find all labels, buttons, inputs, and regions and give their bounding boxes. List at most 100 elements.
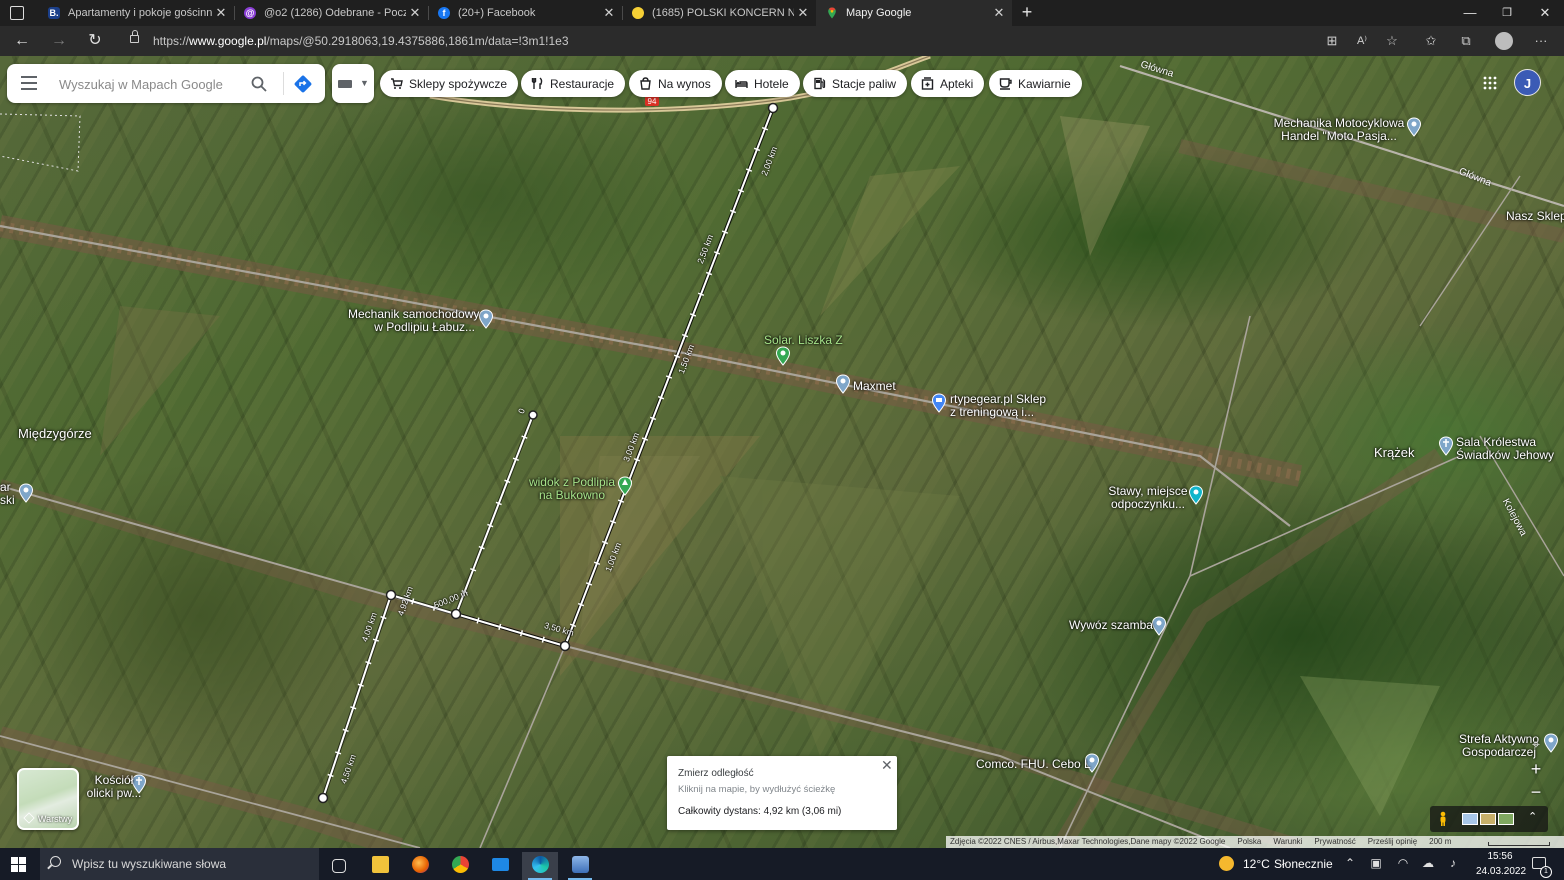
measure-point[interactable] [528,410,538,420]
close-tab-icon[interactable]: ✕ [212,5,230,21]
account-avatar[interactable]: J [1514,69,1541,96]
remote-desktop-icon[interactable] [562,852,598,880]
place-pin-icon[interactable] [1406,117,1422,140]
hamburger-menu-icon[interactable] [21,76,37,90]
scale-label[interactable]: 200 m [1429,837,1451,846]
chrome-icon[interactable] [442,852,478,880]
refresh-button[interactable]: ↻ [83,30,107,52]
zoom-in-button[interactable]: + [1524,758,1548,780]
close-tab-icon[interactable]: ✕ [990,5,1008,21]
search-icon[interactable] [250,75,268,93]
mail-icon[interactable] [482,852,518,880]
place-pin-icon[interactable] [1151,616,1167,639]
tab-facebook[interactable]: f (20+) Facebook ✕ [428,0,622,26]
place-label[interactable]: Wywóz szamba [1069,619,1153,632]
terrain-thumbnail[interactable] [1480,813,1496,825]
browser-profile-avatar[interactable] [1495,32,1513,50]
measure-point[interactable] [385,589,397,601]
place-pin-icon[interactable] [18,483,34,506]
tab-booking[interactable]: B. Apartamenty i pokoje gościnne ✕ [38,0,234,26]
show-hidden-icons[interactable]: ⌃ [1342,856,1358,870]
measure-point[interactable] [767,102,779,114]
place-label[interactable]: Solar. Liszka Z [764,334,843,347]
satellite-map[interactable]: 94 2,00 km 2,50 km 1,50 km 3,00 km 1,00 … [0,56,1564,848]
wifi-icon[interactable]: ◠ [1395,856,1411,870]
input-tools-button[interactable]: ▼ [332,64,374,103]
place-label[interactable]: rtypegear.pl Sklep z treningową i... [950,393,1046,419]
file-explorer-icon[interactable] [362,852,398,880]
place-label[interactable]: ar ski [0,481,15,507]
my-location-icon[interactable]: ⌖ [1524,733,1548,755]
measure-point[interactable] [450,608,462,620]
tab-o2-mail[interactable]: @ @o2 (1286) Odebrane - Poczta o ✕ [234,0,428,26]
close-window-button[interactable]: ✕ [1527,0,1563,26]
taskbar-search[interactable]: Wpisz tu wyszukiwane słowa [40,848,319,880]
place-label[interactable]: Stawy, miejsce odpoczynku... [1100,485,1196,511]
attribution-link[interactable]: Prześlij opinię [1368,837,1417,846]
expand-icon[interactable]: ⌃ [1528,810,1537,823]
favorites-icon[interactable]: ✩ [1420,30,1442,52]
place-label[interactable]: Mechanik samochodowy w Podlipiu Łabuz... [348,308,479,334]
clock-date[interactable]: 24.03.2022 [1476,866,1526,877]
pegman-icon[interactable] [1438,811,1448,827]
place-label[interactable]: Mechanika Motocyklowa Handel "Moto Pasja… [1270,117,1408,143]
restore-button[interactable]: ❐ [1489,0,1525,26]
place-pin-icon[interactable] [1438,436,1454,459]
weather-temperature[interactable]: 12°C [1243,857,1270,871]
chip-pharmacies[interactable]: Apteki [911,70,985,97]
back-button[interactable]: ← [10,30,34,52]
place-label[interactable]: Maxmet [853,380,896,393]
chip-takeout[interactable]: Na wynos [629,70,722,97]
add-favorite-icon[interactable]: ☆ [1381,30,1403,52]
place-pin-icon[interactable] [478,309,494,332]
search-input[interactable] [57,73,251,95]
place-label[interactable]: Nasz Sklep [1506,210,1564,223]
imagery-thumbnail[interactable] [1462,813,1478,825]
read-aloud-icon[interactable]: A⁾ [1351,30,1373,52]
measure-point[interactable] [317,792,329,804]
chip-cafes[interactable]: Kawiarnie [989,70,1082,97]
edge-icon[interactable] [522,852,558,880]
place-label[interactable]: Sala Królestwa Świadków Jehowy [1456,436,1554,462]
device-icon[interactable]: ▣ [1368,856,1384,870]
weather-description[interactable]: Słonecznie [1274,857,1333,871]
app-available-icon[interactable]: ⊞ [1321,30,1343,52]
collections-icon[interactable]: ⧉ [1455,30,1477,52]
tab-actions-menu-icon[interactable] [10,6,24,20]
close-tab-icon[interactable]: ✕ [794,5,812,21]
close-tab-icon[interactable]: ✕ [406,5,424,21]
place-pin-icon[interactable] [931,393,947,416]
chip-grocery[interactable]: Sklepy spożywcze [380,70,519,97]
measure-point[interactable] [559,640,571,652]
chip-restaurants[interactable]: Restauracje [521,70,626,97]
place-pin-icon[interactable] [775,346,791,369]
layers-button[interactable]: Warstwy [17,768,79,830]
place-label[interactable]: Comco. FHU. Cebo L [976,758,1091,771]
tab-polski-koncern[interactable]: (1685) POLSKI KONCERN NAFTO ✕ [622,0,816,26]
close-tab-icon[interactable]: ✕ [600,5,618,21]
chip-hotels[interactable]: Hotele [725,70,800,97]
sun-weather-icon[interactable] [1219,856,1234,871]
new-tab-button[interactable]: + [1016,2,1038,24]
chip-gas-stations[interactable]: Stacje paliw [803,70,908,97]
attribution-link[interactable]: Prywatność [1314,837,1355,846]
firefox-icon[interactable] [402,852,438,880]
attribution-link[interactable]: Warunki [1273,837,1302,846]
place-pin-icon[interactable] [835,374,851,397]
google-apps-icon[interactable] [1483,76,1497,90]
volume-icon[interactable]: ♪ [1445,856,1461,870]
place-label[interactable]: Kościół olicki pw... [84,774,144,800]
tab-google-maps[interactable]: Mapy Google ✕ [816,0,1012,26]
onedrive-cloud-icon[interactable]: ☁ [1420,856,1436,870]
minimize-button[interactable]: — [1452,0,1488,26]
url-field[interactable]: https://www.google.pl/maps/@50.2918063,1… [120,29,1420,53]
task-view-icon[interactable] [320,852,356,880]
close-icon[interactable]: ✕ [881,757,893,774]
place-label[interactable]: widok z Podlipia na Bukowno [522,476,622,502]
windows-start-icon[interactable] [11,857,26,872]
forward-button[interactable]: → [47,30,71,52]
clock-time[interactable]: 15:56 [1476,851,1524,862]
more-options-icon[interactable]: ··· [1530,30,1552,52]
directions-icon[interactable] [293,74,313,94]
attribution-link[interactable]: Polska [1237,837,1261,846]
